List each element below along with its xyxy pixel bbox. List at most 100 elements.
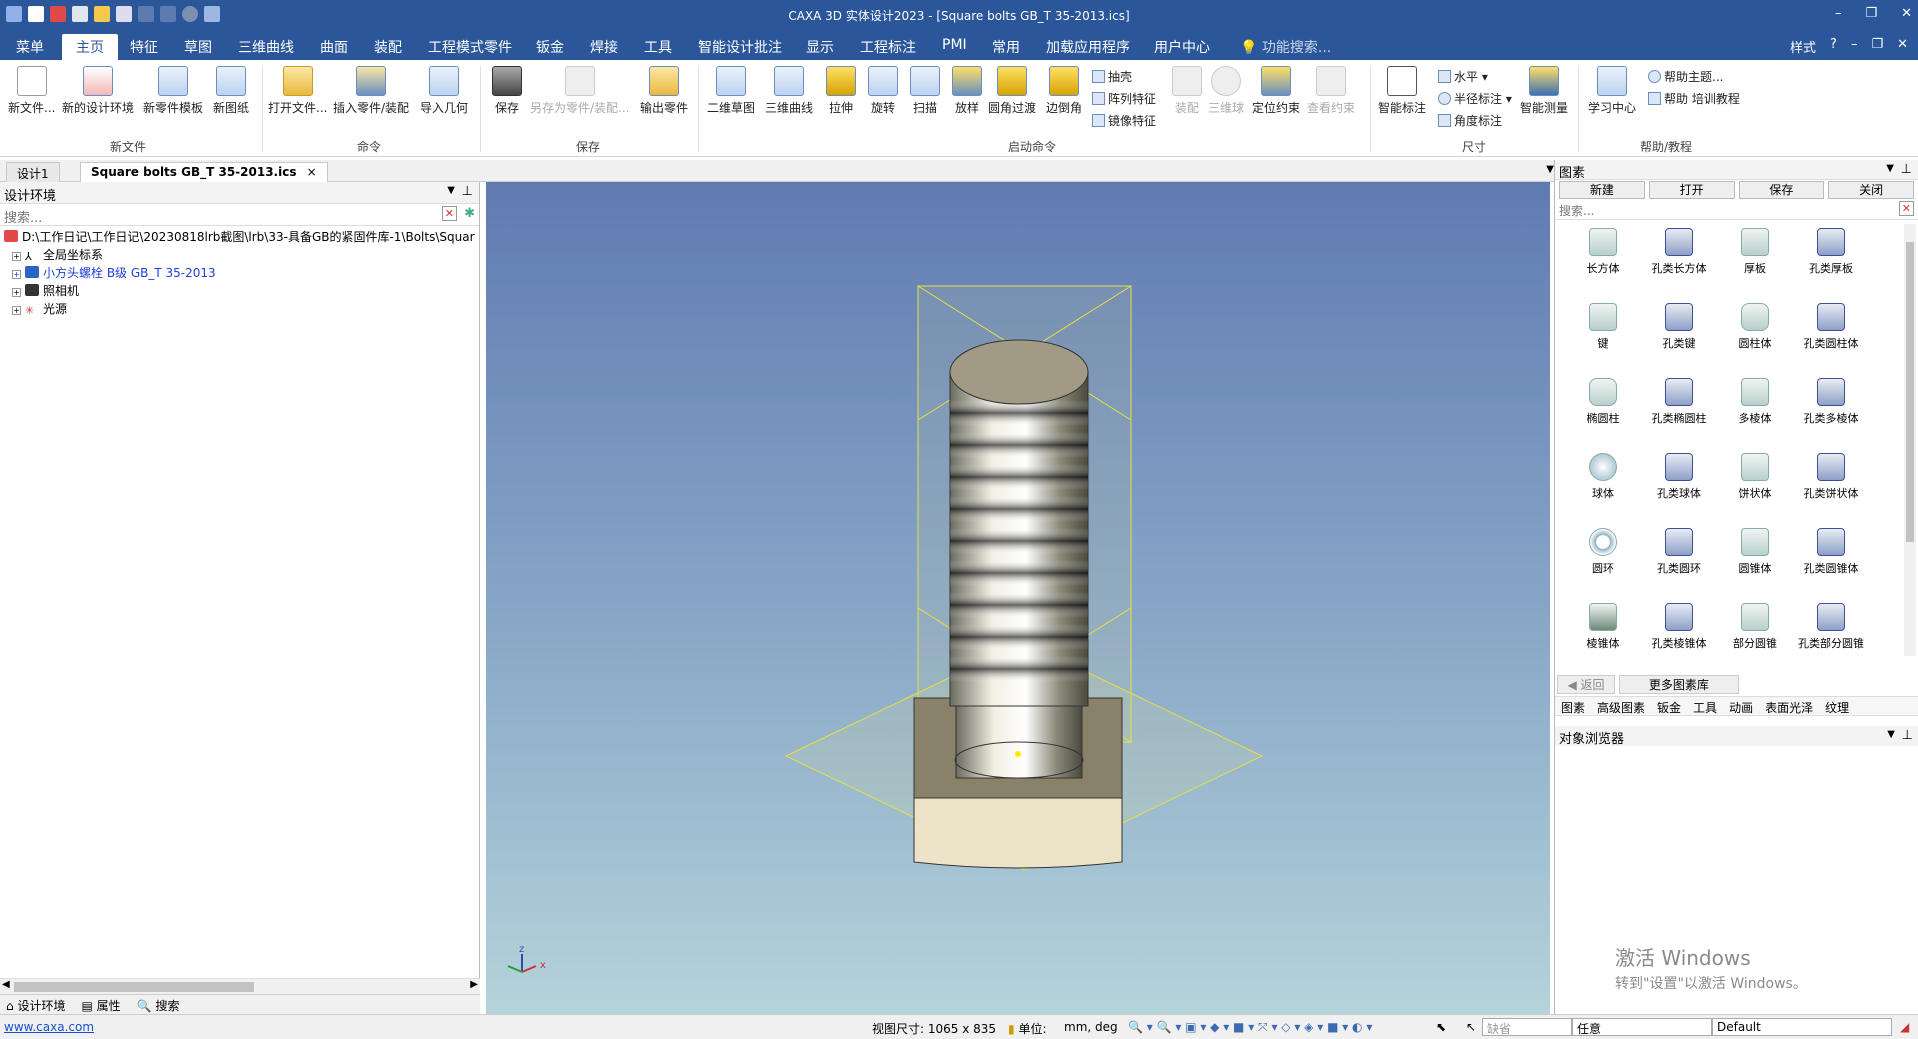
lib-elliptic-cylinder[interactable]: 椭圆柱 xyxy=(1561,374,1645,448)
scrollbar-thumb[interactable] xyxy=(1906,242,1914,542)
help-topics-button[interactable]: 帮助主题... xyxy=(1648,68,1723,85)
bolt-shank[interactable] xyxy=(955,701,1083,779)
lib-thick-plate[interactable]: 厚板 xyxy=(1713,224,1797,298)
lib-hole-pie[interactable]: 孔类饼状体 xyxy=(1789,449,1873,523)
mirror-button[interactable]: 镜像特征 xyxy=(1092,112,1156,129)
smart-measure-button[interactable]: 智能测量 xyxy=(1520,66,1568,116)
scroll-left-icon[interactable]: ◀ xyxy=(2,979,10,990)
expand-icon[interactable]: + xyxy=(12,252,21,261)
radius-dim-button[interactable]: 半径标注 ▾ xyxy=(1438,90,1512,107)
lib-pyramid[interactable]: 棱锥体 xyxy=(1561,599,1645,673)
view-constraint-button[interactable]: 查看约束 xyxy=(1307,66,1355,116)
shell-button[interactable]: 抽壳 xyxy=(1092,68,1132,85)
back-button[interactable]: ◀ 返回 xyxy=(1557,675,1615,694)
menu-engineering-annotation[interactable]: 工程标注 xyxy=(860,37,916,57)
tab-elements[interactable]: 图素 xyxy=(1561,699,1585,715)
lib-hole-cylinder[interactable]: 孔类圆柱体 xyxy=(1789,299,1873,373)
menu-tools[interactable]: 工具 xyxy=(644,37,672,57)
bolt-model[interactable] xyxy=(784,285,1264,871)
help-icon[interactable]: ? xyxy=(1830,37,1837,56)
new-file-button[interactable]: 新文件... xyxy=(8,66,55,116)
menu-engineering-part[interactable]: 工程模式零件 xyxy=(428,37,512,57)
fillet-button[interactable]: 圆角过渡 xyxy=(988,66,1036,116)
menu-home[interactable]: 主页 xyxy=(62,34,118,60)
tree-search-input[interactable]: 搜索... ✕ ✱ xyxy=(0,204,479,226)
lib-prism[interactable]: 多棱体 xyxy=(1713,374,1797,448)
status-tool-icon[interactable]: ◢ xyxy=(1900,1020,1909,1034)
close-icon[interactable]: ✕ xyxy=(1901,6,1912,21)
lib-partial-cone[interactable]: 部分圆锥 xyxy=(1713,599,1797,673)
pointer-icon[interactable]: ↖ xyxy=(1466,1020,1476,1034)
new-part-template-button[interactable]: 新零件模板 xyxy=(143,66,203,116)
lib-hole-pyramid[interactable]: 孔类棱锥体 xyxy=(1637,599,1721,673)
expand-icon[interactable]: + xyxy=(12,288,21,297)
panel-menu-icon[interactable]: ▼ xyxy=(1887,729,1895,740)
menu-user-center[interactable]: 用户中心 xyxy=(1154,37,1210,57)
clear-search-icon[interactable]: ✕ xyxy=(1898,201,1914,216)
tab-advanced-elements[interactable]: 高级图素 xyxy=(1597,699,1645,715)
lib-hole-torus[interactable]: 孔类圆环 xyxy=(1637,524,1721,598)
save-as-part-button[interactable]: 另存为零件/装配... xyxy=(530,66,630,116)
tree-node-light[interactable]: + ✳ 光源 xyxy=(4,300,475,318)
lib-cylinder[interactable]: 圆柱体 xyxy=(1713,299,1797,373)
tab-animation[interactable]: 动画 xyxy=(1729,699,1753,715)
open-file-button[interactable]: 打开文件... xyxy=(268,66,327,116)
curve-3d-button[interactable]: 三维曲线 xyxy=(765,66,813,116)
lib-cuboid[interactable]: 长方体 xyxy=(1561,224,1645,298)
tab-search[interactable]: 🔍 搜索 xyxy=(137,997,180,1013)
pin-icon[interactable]: ⊥ xyxy=(1901,162,1912,177)
more-library-button[interactable]: 更多图素库 xyxy=(1618,675,1739,694)
pin-icon[interactable]: ⊥ xyxy=(1902,728,1913,743)
tree-horizontal-scrollbar[interactable]: ◀ ▶ xyxy=(0,978,480,994)
extrude-button[interactable]: 拉伸 xyxy=(826,66,856,116)
scroll-right-icon[interactable]: ▶ xyxy=(470,979,478,990)
maximize-icon[interactable]: ❐ xyxy=(1865,6,1877,21)
tree-node-root[interactable]: D:\工作日记\工作日记\20230818lrb截图\lrb\33-具备GB的紧… xyxy=(4,228,475,246)
tree-node-global-coords[interactable]: + ⅄ 全局坐标系 xyxy=(4,246,475,264)
sweep-button[interactable]: 扫描 xyxy=(910,66,940,116)
lib-key[interactable]: 键 xyxy=(1561,299,1645,373)
menu-sheet-metal[interactable]: 钣金 xyxy=(536,37,564,57)
bolt-head-lower[interactable] xyxy=(913,797,1123,869)
menu-3d-curve[interactable]: 三维曲线 xyxy=(238,37,294,57)
expand-icon[interactable]: + xyxy=(12,306,21,315)
smart-dimension-button[interactable]: 智能标注 xyxy=(1378,66,1426,116)
tree-node-bolt[interactable]: + 小方头螺栓 B级 GB_T 35-2013 xyxy=(4,264,475,282)
export-part-button[interactable]: 输出零件 xyxy=(640,66,688,116)
help-training-button[interactable]: 帮助 培训教程 xyxy=(1648,90,1740,107)
caxa-link[interactable]: www.caxa.com xyxy=(4,1020,94,1034)
filter-icon[interactable]: ✱ xyxy=(464,206,475,221)
import-geometry-button[interactable]: 导入几何 xyxy=(420,66,468,116)
3d-viewport[interactable]: z x xyxy=(486,182,1550,1014)
clear-search-icon[interactable]: ✕ xyxy=(441,206,457,221)
lib-pie[interactable]: 饼状体 xyxy=(1713,449,1797,523)
ribbon-close-icon[interactable]: ✕ xyxy=(1897,37,1908,56)
style-menu[interactable]: 样式 xyxy=(1790,37,1816,56)
menu-feature[interactable]: 特征 xyxy=(130,37,158,57)
menu-display[interactable]: 显示 xyxy=(806,37,834,57)
chamfer-button[interactable]: 边倒角 xyxy=(1046,66,1082,116)
lib-hole-elliptic-cylinder[interactable]: 孔类椭圆柱 xyxy=(1637,374,1721,448)
locate-constraint-button[interactable]: 定位约束 xyxy=(1252,66,1300,116)
filter-combo[interactable]: 缺省 xyxy=(1482,1018,1572,1036)
selection-combo[interactable]: 任意 xyxy=(1572,1018,1712,1036)
tab-sheet-metal[interactable]: 钣金 xyxy=(1657,699,1681,715)
pin-icon[interactable]: ⊥ xyxy=(462,184,473,199)
pattern-button[interactable]: 阵列特征 xyxy=(1092,90,1156,107)
menu-pmi[interactable]: PMI xyxy=(942,37,967,53)
new-drawing-button[interactable]: 新图纸 xyxy=(213,66,249,116)
lib-hole-cuboid[interactable]: 孔类长方体 xyxy=(1637,224,1721,298)
tab-list-dropdown-icon[interactable]: ▼ xyxy=(1546,164,1554,175)
loft-button[interactable]: 放样 xyxy=(952,66,982,116)
style-combo[interactable]: Default xyxy=(1712,1018,1892,1036)
library-open-button[interactable]: 打开 xyxy=(1648,181,1735,199)
tab-design-environment[interactable]: ⌂ 设计环境 xyxy=(6,997,65,1013)
learning-center-button[interactable]: 学习中心 xyxy=(1588,66,1636,116)
tab-square-bolts[interactable]: Square bolts GB_T 35-2013.ics × xyxy=(80,162,328,182)
view-tool-icons[interactable]: 🔍 ▾ 🔍 ▾ ▣ ▾ ◆ ▾ ■ ▾ ⤧ ▾ ◇ ▾ ◈ ▾ ■ ▾ ◐ ▾ xyxy=(1128,1020,1372,1035)
assembly-button[interactable]: 装配 xyxy=(1172,66,1202,116)
tab-tools[interactable]: 工具 xyxy=(1693,699,1717,715)
scrollbar-thumb[interactable] xyxy=(14,982,254,992)
library-vertical-scrollbar[interactable] xyxy=(1904,224,1916,656)
horizontal-dim-button[interactable]: 水平 ▾ xyxy=(1438,68,1488,85)
